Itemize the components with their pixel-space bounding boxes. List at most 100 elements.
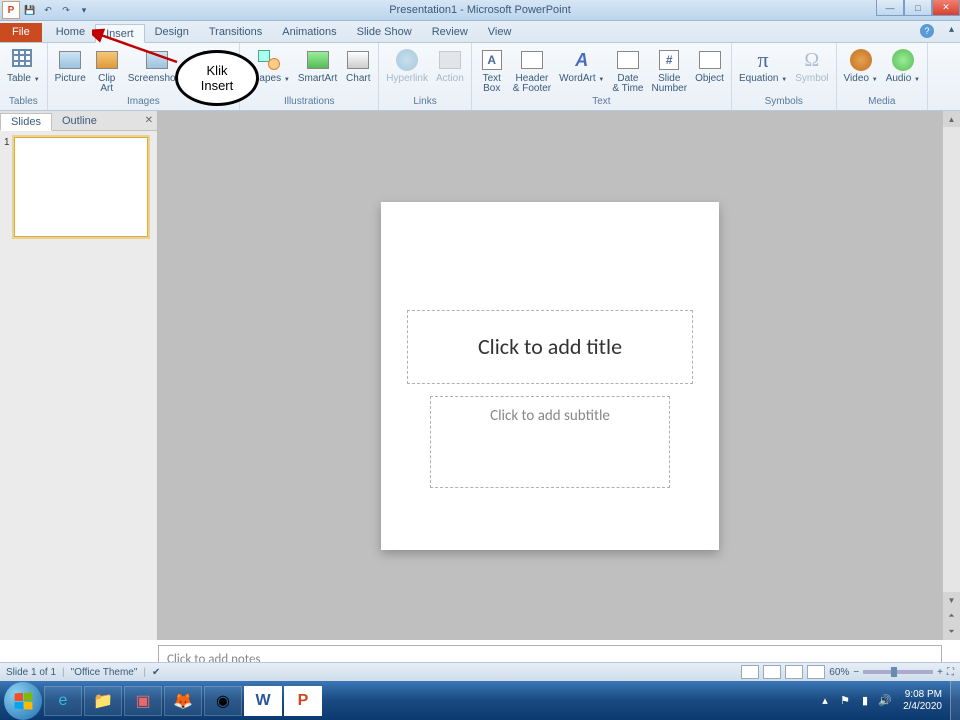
taskbar-ie-icon[interactable]: e	[44, 686, 82, 716]
ribbon-group-tables: Table ▼ Tables	[0, 43, 48, 110]
taskbar-powerpoint-icon[interactable]: P	[284, 686, 322, 716]
ribbon-chart-button[interactable]: Chart	[342, 45, 374, 85]
taskbar-app-icon[interactable]: ▣	[124, 686, 162, 716]
ribbon-wordart-button[interactable]: AWordArt ▼	[556, 45, 607, 94]
slideshow-view-button[interactable]	[807, 665, 825, 679]
ribbon-group-illustrations: Shapes ▼SmartArtChartIllustrations	[240, 43, 379, 110]
undo-icon[interactable]: ↶	[40, 2, 56, 18]
app-icon: P	[2, 1, 20, 19]
taskbar-chrome-icon[interactable]: ◉	[204, 686, 242, 716]
slide[interactable]: Click to add title Click to add subtitle	[381, 202, 719, 550]
help-icon[interactable]: ?	[920, 24, 934, 38]
group-label: Illustrations	[244, 96, 374, 108]
video-icon	[848, 47, 874, 73]
slide-panel: Slides Outline ✕ 1	[0, 111, 158, 640]
equation-icon: π	[750, 47, 776, 73]
slide-thumbnail[interactable]	[14, 137, 148, 237]
arrow-annotation	[92, 28, 182, 68]
tab-view[interactable]: View	[478, 23, 522, 42]
ribbon-video-button[interactable]: Video ▼	[841, 45, 881, 85]
reading-view-button[interactable]	[785, 665, 803, 679]
symbol-icon: Ω	[799, 47, 825, 73]
maximize-button[interactable]: □	[904, 0, 932, 16]
slide-canvas: Click to add title Click to add subtitle	[158, 111, 942, 640]
ribbon-equation-button[interactable]: πEquation ▼	[736, 45, 790, 85]
wordart-icon: A	[569, 47, 595, 73]
tray-chevron-icon[interactable]: ▴	[817, 693, 833, 709]
ribbon-group-links: HyperlinkAction Links	[379, 43, 471, 110]
ribbon-slide-number-button[interactable]: #SlideNumber	[648, 45, 690, 94]
redo-icon[interactable]: ↷	[58, 2, 74, 18]
date-time-icon	[615, 47, 641, 73]
show-desktop-button[interactable]	[950, 681, 960, 720]
next-slide-icon[interactable]: ⏷	[943, 624, 960, 640]
taskbar-firefox-icon[interactable]: 🦊	[164, 686, 202, 716]
group-label: Tables	[4, 96, 43, 108]
ribbon-group-media: Video ▼Audio ▼ Media	[837, 43, 928, 110]
close-button[interactable]: ✕	[932, 0, 960, 16]
window-title: Presentation1 - Microsoft PowerPoint	[389, 4, 571, 16]
save-icon[interactable]: 💾	[22, 2, 38, 18]
group-label: Media	[841, 96, 923, 108]
panel-close-icon[interactable]: ✕	[145, 115, 153, 126]
tray-volume-icon[interactable]: 🔊	[877, 693, 893, 709]
title-bar: P 💾 ↶ ↷ ▾ Presentation1 - Microsoft Powe…	[0, 0, 960, 21]
ribbon-smartart-button[interactable]: SmartArt	[295, 45, 340, 85]
tray-network-icon[interactable]: ▮	[857, 693, 873, 709]
audio-icon	[890, 47, 916, 73]
fit-window-icon[interactable]: ⛶	[947, 667, 954, 678]
shapes-icon	[256, 47, 282, 73]
ribbon-audio-button[interactable]: Audio ▼	[883, 45, 923, 85]
ribbon-table-button[interactable]: Table ▼	[4, 45, 43, 85]
object-icon	[697, 47, 723, 73]
sorter-view-button[interactable]	[763, 665, 781, 679]
qat-dropdown-icon[interactable]: ▾	[76, 2, 92, 18]
ribbon-action-button: Action	[433, 45, 467, 84]
subtitle-placeholder[interactable]: Click to add subtitle	[430, 396, 670, 488]
ribbon-object-button[interactable]: Object	[692, 45, 727, 94]
ribbon-header-footer-button[interactable]: Header& Footer	[510, 45, 554, 94]
normal-view-button[interactable]	[741, 665, 759, 679]
status-slide: Slide 1 of 1	[6, 667, 56, 678]
work-area: Slides Outline ✕ 1 Click to add title Cl…	[0, 111, 960, 640]
tray-flag-icon[interactable]: ⚑	[837, 693, 853, 709]
tab-home[interactable]: Home	[46, 23, 95, 42]
zoom-out-icon[interactable]: −	[853, 667, 859, 678]
ribbon-date-time-button[interactable]: Date& Time	[609, 45, 646, 94]
ribbon-hyperlink-button: Hyperlink	[383, 45, 431, 84]
taskbar-explorer-icon[interactable]: 📁	[84, 686, 122, 716]
thumbnail-number: 1	[4, 137, 12, 148]
tab-transitions[interactable]: Transitions	[199, 23, 272, 42]
taskbar-clock[interactable]: 9:08 PM 2/4/2020	[895, 689, 950, 713]
title-placeholder[interactable]: Click to add title	[407, 310, 693, 384]
scroll-up-icon[interactable]: ▲	[943, 111, 960, 127]
group-label: Symbols	[736, 96, 832, 108]
prev-slide-icon[interactable]: ⏶	[943, 608, 960, 624]
tab-slide-show[interactable]: Slide Show	[347, 23, 422, 42]
tab-animations[interactable]: Animations	[272, 23, 346, 42]
ribbon-picture-button[interactable]: Picture	[52, 45, 89, 95]
zoom-in-icon[interactable]: +	[937, 667, 943, 678]
chart-icon	[345, 47, 371, 73]
zoom-slider[interactable]	[863, 670, 933, 674]
ribbon-text-box-button[interactable]: ATextBox	[476, 45, 508, 94]
scroll-down-icon[interactable]: ▼	[943, 592, 960, 608]
text-box-icon: A	[479, 47, 505, 73]
slides-tab[interactable]: Slides	[0, 113, 52, 131]
tab-review[interactable]: Review	[422, 23, 478, 42]
taskbar-word-icon[interactable]: W	[244, 686, 282, 716]
slide-number-icon: #	[656, 47, 682, 73]
spellcheck-icon[interactable]: ✔	[152, 667, 160, 678]
vertical-scrollbar[interactable]: ▲ ▼ ⏶ ⏷	[942, 111, 960, 640]
tab-file[interactable]: File	[0, 23, 42, 42]
ribbon-collapse-icon[interactable]: ▴	[949, 24, 954, 35]
start-button[interactable]	[4, 682, 42, 720]
taskbar: e 📁 ▣ 🦊 ◉ W P ▴ ⚑ ▮ 🔊 9:08 PM 2/4/2020	[0, 681, 960, 720]
minimize-button[interactable]: —	[876, 0, 904, 16]
group-label: Links	[383, 96, 466, 108]
action-icon	[437, 47, 463, 73]
outline-tab[interactable]: Outline	[52, 113, 107, 129]
smartart-icon	[305, 47, 331, 73]
callout-annotation: Klik Insert	[175, 50, 259, 106]
hyperlink-icon	[394, 47, 420, 73]
